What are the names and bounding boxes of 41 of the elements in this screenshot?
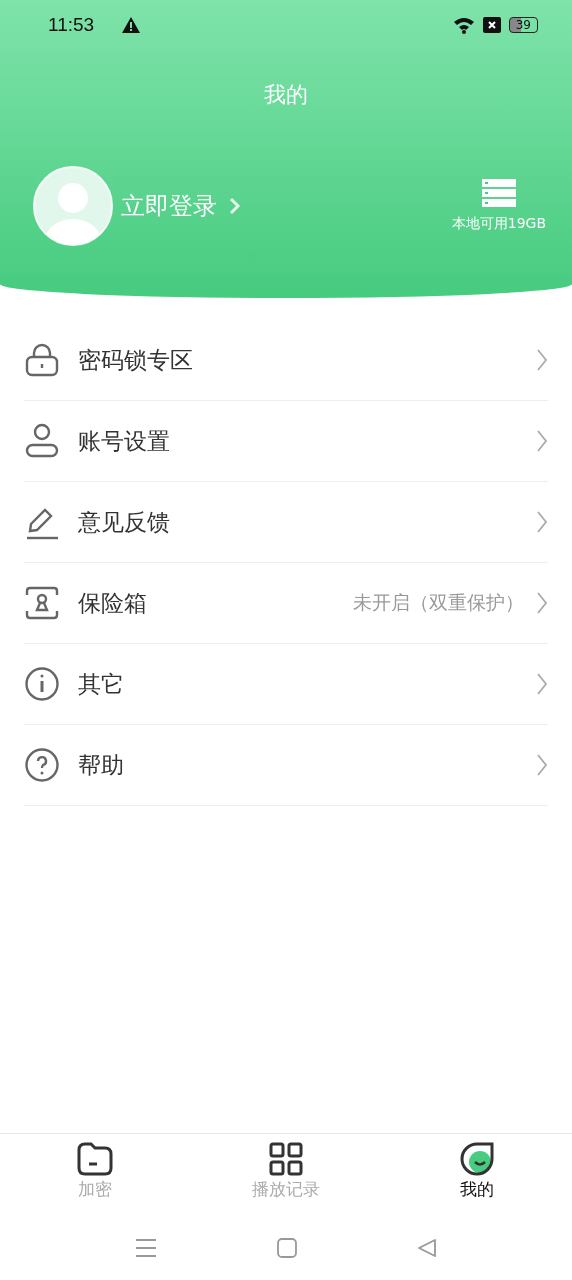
- chevron-icon: [536, 753, 548, 777]
- menu-label: 账号设置: [78, 426, 170, 456]
- sim-error-icon: [482, 17, 501, 33]
- wifi-icon: [452, 16, 475, 34]
- chevron-icon: [229, 197, 241, 215]
- menu-label: 密码锁专区: [78, 345, 193, 375]
- page-title: 我的: [263, 81, 309, 109]
- status-time: 11:53: [48, 14, 95, 36]
- storage-icon: [481, 179, 516, 207]
- person-icon: [24, 423, 60, 459]
- lock-icon: [24, 342, 60, 378]
- folder-icon: [77, 1142, 114, 1176]
- menu-value: 未开启（双重保护）: [353, 590, 524, 615]
- back-icon[interactable]: [417, 1238, 437, 1258]
- chevron-icon: [536, 591, 548, 615]
- keyhole-icon: [24, 585, 60, 621]
- chevron-icon: [536, 429, 548, 453]
- chevron-icon: [536, 672, 548, 696]
- menu-item[interactable]: 保险箱 未开启（双重保护）: [24, 563, 548, 644]
- battery-level: 39: [508, 17, 538, 33]
- home-icon[interactable]: [277, 1238, 297, 1258]
- chevron-icon: [536, 510, 548, 534]
- chevron-icon: [536, 348, 548, 372]
- nav-tab[interactable]: 我的: [406, 1134, 547, 1216]
- menu-item[interactable]: 密码锁专区: [24, 320, 548, 401]
- menu-item[interactable]: 帮助: [24, 725, 548, 806]
- grid-icon: [269, 1142, 303, 1176]
- avatar-icon: [33, 166, 113, 246]
- help-icon: [24, 747, 60, 783]
- info-icon: [24, 666, 60, 702]
- menu-label: 意见反馈: [78, 507, 170, 537]
- menu-item[interactable]: 其它: [24, 644, 548, 725]
- menu-label: 其它: [78, 669, 124, 699]
- leaf-icon: [459, 1142, 494, 1176]
- warning-icon: [122, 17, 141, 33]
- menu-item[interactable]: 意见反馈: [24, 482, 548, 563]
- menu-label: 帮助: [78, 750, 124, 780]
- menu-label: 保险箱: [78, 588, 147, 618]
- menu-icon[interactable]: [135, 1238, 157, 1258]
- storage-label: 本地可用19GB: [451, 215, 546, 233]
- menu-item[interactable]: 账号设置: [24, 401, 548, 482]
